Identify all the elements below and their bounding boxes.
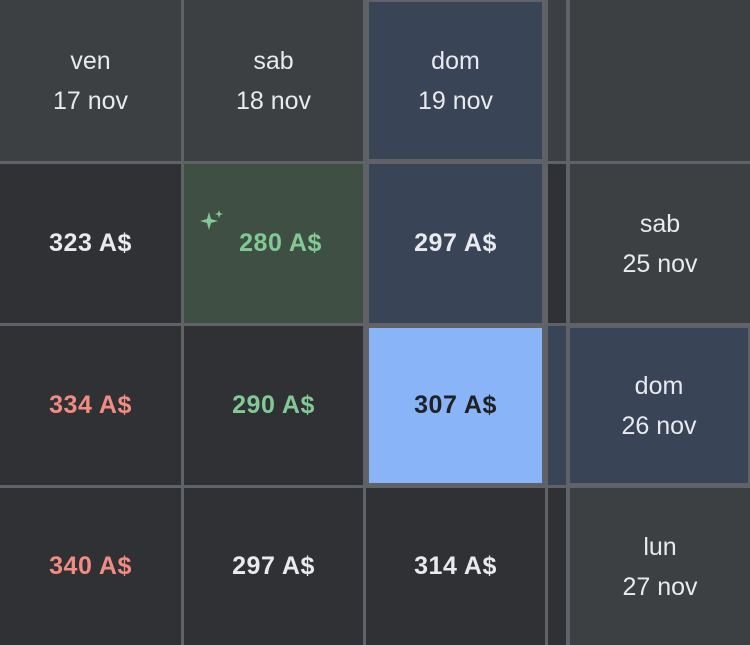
price-cell-sab18-lun27[interactable]: 297 A$ (184, 488, 363, 645)
column-date: 19 nov (417, 86, 494, 115)
row-header-dom-26-nov[interactable]: dom 26 nov (570, 328, 748, 483)
price-value: 297 A$ (414, 229, 497, 257)
row-header-lun-27-nov[interactable]: lun 27 nov (570, 488, 750, 645)
price-cell-dom19-dom26-selected[interactable]: 307 A$ (369, 328, 542, 483)
row-header-sab-25-nov[interactable]: sab 25 nov (570, 164, 750, 323)
corner-cell (570, 0, 750, 161)
price-value: 334 A$ (49, 391, 132, 419)
price-value: 307 A$ (414, 391, 497, 419)
column-date: 17 nov (52, 86, 129, 115)
row-day: sab (639, 209, 681, 238)
price-cell-dom19-lun27[interactable]: 314 A$ (366, 488, 545, 645)
column-day: sab (253, 46, 294, 75)
price-value: 280 A$ (239, 229, 322, 257)
column-date: 18 nov (235, 86, 312, 115)
row-date: 26 nov (621, 411, 697, 440)
price-cell-dom19-sab25[interactable]: 297 A$ (369, 164, 542, 323)
price-value: 323 A$ (49, 229, 132, 257)
price-cell-sab18-dom26[interactable]: 290 A$ (184, 326, 363, 485)
column-header-ven-17-nov[interactable]: ven 17 nov (0, 0, 181, 161)
price-value: 314 A$ (414, 552, 497, 580)
divider-gap (548, 164, 566, 323)
price-value: 297 A$ (232, 552, 315, 580)
price-value: 290 A$ (232, 391, 315, 419)
price-cell-ven17-sab25[interactable]: 323 A$ (0, 164, 181, 323)
column-day: dom (431, 46, 480, 75)
price-value: 340 A$ (49, 552, 132, 580)
sparkle-icon (200, 210, 223, 230)
column-header-dom-19-nov[interactable]: dom 19 nov (369, 2, 542, 159)
price-cell-sab18-sab25[interactable]: 280 A$ (184, 164, 363, 323)
price-cell-ven17-dom26[interactable]: 334 A$ (0, 326, 181, 485)
row-date: 25 nov (622, 249, 698, 278)
divider-gap (548, 326, 566, 485)
date-price-grid: ven 17 nov sab 18 nov dom 19 nov 323 A$ … (0, 0, 750, 645)
row-day: lun (643, 532, 677, 561)
divider-gap (548, 0, 566, 161)
column-header-sab-18-nov[interactable]: sab 18 nov (184, 0, 363, 161)
divider-gap (548, 488, 566, 645)
price-cell-ven17-lun27[interactable]: 340 A$ (0, 488, 181, 645)
row-day: dom (634, 371, 684, 400)
row-date: 27 nov (622, 572, 698, 601)
column-day: ven (70, 46, 111, 75)
